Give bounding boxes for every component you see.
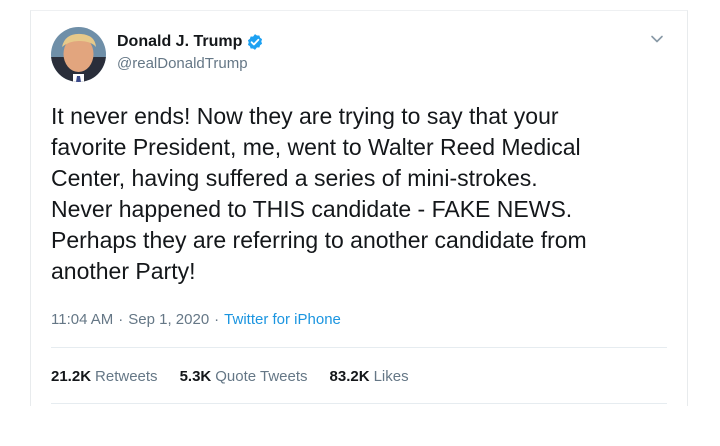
likes-label: Likes — [373, 368, 409, 385]
tweet-meta: 11:04 AM · Sep 1, 2020 · Twitter for iPh… — [51, 311, 341, 328]
tweet-time[interactable]: 11:04 AM — [51, 311, 113, 328]
quote-tweets-count: 5.3K — [179, 368, 212, 385]
divider — [51, 403, 667, 404]
quote-tweets-stat[interactable]: 5.3K Quote Tweets — [180, 368, 308, 385]
divider — [51, 347, 667, 348]
likes-count: 83.2K — [329, 368, 370, 385]
author-handle[interactable]: @realDonaldTrump — [117, 55, 248, 72]
verified-badge-icon — [246, 33, 264, 51]
meta-separator: · — [214, 311, 220, 328]
retweets-count: 21.2K — [51, 368, 92, 385]
tweet-date[interactable]: Sep 1, 2020 — [128, 311, 209, 328]
author-name[interactable]: Donald J. Trump — [117, 33, 242, 51]
profile-photo-icon — [51, 27, 106, 82]
quote-tweets-label: Quote Tweets — [215, 368, 308, 385]
likes-stat[interactable]: 83.2K Likes — [330, 368, 409, 385]
avatar[interactable] — [51, 27, 106, 82]
tweet-text: It never ends! Now they are trying to sa… — [51, 103, 587, 284]
chevron-down-icon[interactable] — [649, 31, 665, 47]
retweets-label: Retweets — [95, 368, 158, 385]
retweets-stat[interactable]: 21.2K Retweets — [51, 368, 158, 385]
author-name-row: Donald J. Trump — [117, 33, 264, 51]
meta-separator: · — [118, 311, 124, 328]
tweet-source-link[interactable]: Twitter for iPhone — [224, 311, 341, 328]
tweet-card: Donald J. Trump @realDonaldTrump It neve… — [30, 10, 688, 406]
tweet-stats: 21.2K Retweets 5.3K Quote Tweets 83.2K Like… — [51, 368, 431, 385]
